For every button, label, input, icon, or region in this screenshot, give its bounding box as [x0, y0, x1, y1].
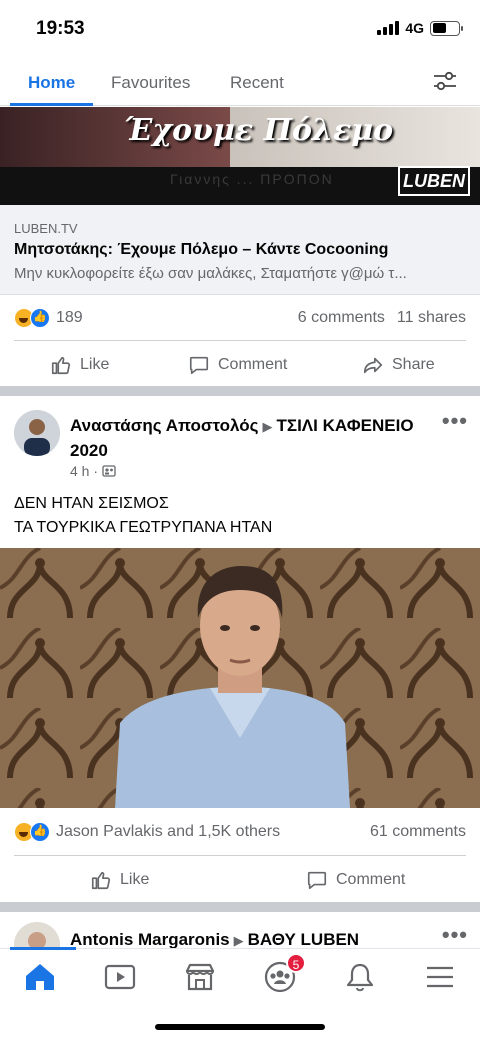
comment-label: Comment	[218, 356, 288, 373]
notifications-icon[interactable]	[342, 961, 378, 993]
notification-badge: 5	[286, 953, 306, 973]
post-text-line: ΤΑ ΤΟΥΡΚΙΚΑ ΓΕΩΤΡΥΠΑΝΑ ΗΤΑΝ	[14, 519, 273, 536]
link-preview-card[interactable]: LUBEN.TV Μητσοτάκης: Έχουμε Πόλεμο – Κάν…	[0, 205, 480, 295]
tab-recent[interactable]: Recent	[230, 73, 284, 93]
comment-button[interactable]: Comment	[188, 354, 287, 376]
group-arrow-icon: ▶	[233, 933, 244, 948]
thumbs-up-icon	[91, 871, 111, 890]
menu-icon[interactable]	[422, 961, 458, 993]
author-name[interactable]: Antonis Margaronis	[70, 930, 230, 949]
divider	[14, 340, 466, 341]
like-button[interactable]: Like	[90, 869, 149, 891]
like-button[interactable]: Like	[50, 354, 109, 376]
author-name[interactable]: Αναστάσης Αποστολός	[70, 416, 259, 435]
comment-icon	[307, 871, 327, 890]
signal-icon	[377, 21, 400, 35]
marketplace-icon[interactable]	[182, 961, 218, 993]
link-description: Μην κυκλοφορείτε έξω σαν μαλάκες, Σταματ…	[14, 265, 407, 282]
tab-favourites[interactable]: Favourites	[111, 73, 190, 93]
post2-reactions-row: 👍 Jason Pavlakis and 1,5K others 61 comm…	[14, 822, 466, 842]
like-label: Like	[80, 356, 110, 373]
image-caption: Έχουμε Πόλεμο	[124, 113, 394, 148]
battery-icon	[430, 20, 463, 36]
tab-home[interactable]: Home	[28, 73, 75, 93]
status-time: 19:53	[36, 18, 85, 39]
luben-logo: LUBEN	[398, 166, 470, 196]
filter-icon[interactable]	[432, 70, 458, 92]
comment-button[interactable]: Comment	[306, 869, 405, 891]
link-title: Μητσοτάκης: Έχουμε Πόλεμο – Κάντε Cocoon…	[14, 241, 389, 258]
status-bar: 19:53 4G	[0, 0, 480, 56]
post-meta: 4 h ·	[70, 463, 116, 479]
post-text: ΔΕΝ ΗΤΑΝ ΣΕΙΣΜΟΣ ΤΑ ΤΟΥΡΚΙΚΑ ΓΕΩΤΡΥΠΑΝΑ …	[14, 492, 272, 540]
video-frame	[0, 548, 480, 808]
post-video[interactable]	[0, 548, 480, 808]
link-domain: LUBEN.TV	[14, 221, 78, 236]
post1-actions: Like Comment Share	[0, 342, 480, 386]
post1-reactions-row: 👍 189 6 comments 11 shares	[14, 308, 466, 328]
video-icon[interactable]	[102, 961, 138, 993]
comment-label: Comment	[336, 871, 406, 888]
reaction-count[interactable]: 189	[56, 309, 83, 327]
like-reaction-icon: 👍	[30, 822, 50, 842]
comments-count[interactable]: 6 comments	[298, 309, 385, 327]
network-type: 4G	[405, 20, 424, 36]
group-audience-icon	[102, 465, 116, 477]
active-tab-indicator	[10, 103, 93, 106]
comment-icon	[189, 356, 209, 375]
reaction-summary[interactable]: Jason Pavlakis and 1,5K others	[56, 823, 280, 841]
divider	[14, 855, 466, 856]
thumbs-up-icon	[51, 356, 71, 375]
post-text-line: ΔΕΝ ΗΤΑΝ ΣΕΙΣΜΟΣ	[14, 495, 169, 512]
shares-count[interactable]: 11 shares	[397, 309, 466, 327]
like-label: Like	[120, 871, 150, 888]
feed-tabs: Home Favourites Recent	[0, 56, 480, 106]
post-header: Αναστάσης Αποστολός ▶ ΤΣΙΛΙ ΚΑΦΕΝΕΙΟ 2020	[70, 414, 430, 463]
comments-count[interactable]: 61 comments	[370, 823, 466, 841]
more-options-icon[interactable]: •••	[442, 922, 468, 948]
image-strip-text: Γιαννης ... ΠΡΟΠΟΝ	[170, 171, 334, 187]
group-name[interactable]: ΒΑΘΥ LUBEN	[248, 930, 359, 949]
avatar[interactable]	[14, 410, 60, 456]
avatar-image	[14, 410, 60, 456]
share-icon	[363, 357, 383, 374]
like-reaction-icon: 👍	[30, 308, 50, 328]
status-indicators: 4G	[377, 20, 463, 36]
share-button[interactable]: Share	[362, 354, 435, 376]
share-label: Share	[392, 356, 435, 373]
reaction-icons: 👍	[14, 308, 52, 328]
home-icon[interactable]	[22, 961, 58, 993]
feed-separator	[0, 386, 480, 396]
more-options-icon[interactable]: •••	[442, 408, 468, 434]
home-indicator	[155, 1024, 325, 1030]
post-time[interactable]: 4 h ·	[70, 463, 98, 479]
feed-separator	[0, 902, 480, 912]
post2-actions: Like Comment	[0, 857, 480, 901]
group-arrow-icon: ▶	[262, 419, 273, 434]
active-nav-indicator	[10, 947, 76, 950]
groups-tab[interactable]: 5	[262, 953, 306, 993]
reaction-icons: 👍	[14, 822, 52, 842]
